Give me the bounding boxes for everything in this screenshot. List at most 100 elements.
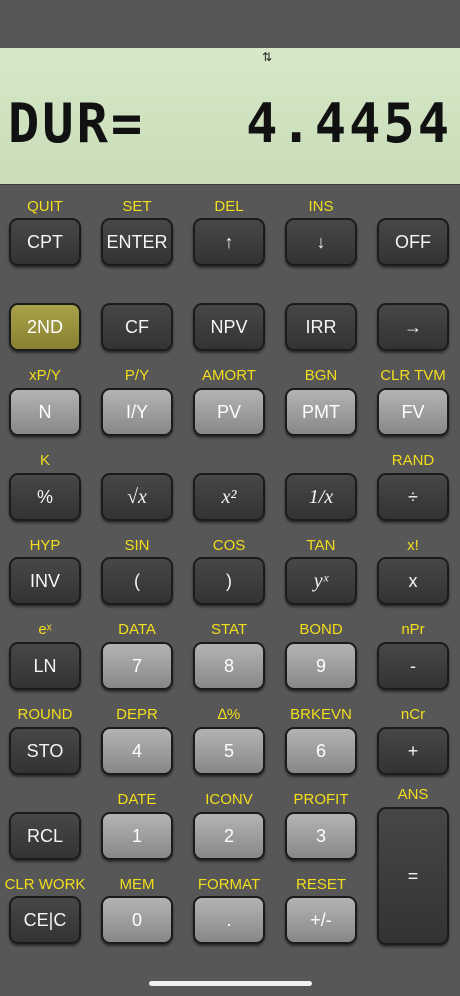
multiply-key[interactable]: x — [377, 557, 449, 605]
digit-4-key[interactable]: 4 — [101, 727, 173, 775]
key-label: 5 — [223, 740, 234, 761]
off-key[interactable]: OFF — [377, 218, 449, 266]
reciprocal-key[interactable]: 1/x — [285, 473, 357, 521]
sqrt-key[interactable]: √x — [101, 473, 173, 521]
digit-2-key[interactable]: 2 — [193, 812, 265, 860]
square-key[interactable]: x² — [193, 473, 265, 521]
key-label: + — [407, 740, 419, 761]
key-label: NPV — [210, 316, 248, 337]
secondary-label: nCr — [400, 706, 426, 723]
digit-5-key[interactable]: 5 — [193, 727, 265, 775]
digit-7-key[interactable]: 7 — [101, 642, 173, 690]
secondary-label: DATA — [118, 621, 156, 638]
key-label: CF — [125, 316, 149, 337]
secondary-label: RAND — [391, 452, 435, 469]
key-label: I/Y — [125, 401, 148, 422]
percent-key[interactable]: % — [9, 473, 81, 521]
secondary-label: CLR WORK — [4, 876, 86, 893]
second-key[interactable]: 2ND — [9, 303, 81, 351]
ce-c-key[interactable]: CE|C — [9, 896, 81, 944]
key-label: FV — [401, 401, 425, 422]
enter-key[interactable]: ENTER — [101, 218, 173, 266]
pv-key[interactable]: PV — [193, 388, 265, 436]
secondary-label: xP/Y — [29, 367, 61, 384]
plus-key[interactable]: + — [377, 727, 449, 775]
key-label: yˣ — [313, 569, 329, 592]
key-label: 2ND — [26, 316, 63, 337]
rcl-key[interactable]: RCL — [9, 812, 81, 860]
power-key[interactable]: yˣ — [285, 557, 357, 605]
secondary-label: TAN — [306, 537, 336, 554]
cpt-key[interactable]: CPT — [9, 218, 81, 266]
key-label: LN — [33, 655, 57, 676]
minus-key[interactable]: - — [377, 642, 449, 690]
secondary-label: eˣ — [38, 621, 52, 638]
secondary-label: BRKEVN — [290, 706, 352, 723]
secondary-label: PROFIT — [293, 791, 349, 808]
secondary-label: SET — [122, 198, 152, 215]
secondary-label: P/Y — [124, 367, 150, 384]
open-paren-key[interactable]: ( — [101, 557, 173, 605]
digit-6-key[interactable]: 6 — [285, 727, 357, 775]
key-label: 2 — [223, 825, 234, 846]
iy-key[interactable]: I/Y — [101, 388, 173, 436]
secondary-label: SIN — [124, 537, 150, 554]
secondary-label: x! — [407, 537, 419, 554]
sign-key[interactable]: +/- — [285, 896, 357, 944]
secondary-label: ANS — [397, 786, 429, 803]
key-label: x² — [221, 485, 237, 508]
key-label: STO — [26, 740, 64, 761]
close-paren-key[interactable]: ) — [193, 557, 265, 605]
key-label: 1/x — [308, 485, 334, 508]
key-label: % — [36, 486, 53, 507]
pmt-key[interactable]: PMT — [285, 388, 357, 436]
digit-0-key[interactable]: 0 — [101, 896, 173, 944]
secondary-label: QUIT — [27, 198, 63, 215]
lcd-display: ⇅ DUR= 4.4454 — [0, 48, 460, 185]
secondary-label: ICONV — [205, 791, 253, 808]
equals-key[interactable]: = — [377, 807, 449, 945]
key-label: ( — [134, 570, 140, 591]
key-label: ÷ — [408, 486, 418, 507]
key-label: CE|C — [23, 909, 67, 930]
key-label: ↓ — [316, 231, 326, 252]
decimal-key[interactable]: . — [193, 896, 265, 944]
key-label: = — [407, 865, 419, 886]
inv-key[interactable]: INV — [9, 557, 81, 605]
right-arrow-key[interactable]: → — [377, 303, 449, 351]
irr-key[interactable]: IRR — [285, 303, 357, 351]
secondary-label: CLR TVM — [380, 367, 446, 384]
key-label: INV — [29, 570, 60, 591]
digit-9-key[interactable]: 9 — [285, 642, 357, 690]
key-label: 3 — [315, 825, 326, 846]
up-arrow-key[interactable]: ↑ — [193, 218, 265, 266]
cf-key[interactable]: CF — [101, 303, 173, 351]
digit-3-key[interactable]: 3 — [285, 812, 357, 860]
key-label: 0 — [131, 909, 142, 930]
home-indicator[interactable] — [149, 981, 312, 986]
secondary-label: ROUND — [17, 706, 73, 723]
key-label: 1 — [131, 825, 142, 846]
secondary-label: DATE — [117, 791, 157, 808]
key-label: 7 — [131, 655, 142, 676]
key-label: RCL — [26, 825, 63, 846]
fv-key[interactable]: FV — [377, 388, 449, 436]
key-label: 8 — [223, 655, 234, 676]
ln-key[interactable]: LN — [9, 642, 81, 690]
secondary-label: BGN — [304, 367, 338, 384]
sto-key[interactable]: STO — [9, 727, 81, 775]
secondary-label: DEPR — [116, 706, 158, 723]
npv-key[interactable]: NPV — [193, 303, 265, 351]
divide-key[interactable]: ÷ — [377, 473, 449, 521]
key-label: x — [408, 570, 418, 591]
secondary-label: STAT — [210, 621, 248, 638]
key-label: 6 — [315, 740, 326, 761]
down-arrow-key[interactable]: ↓ — [285, 218, 357, 266]
digit-8-key[interactable]: 8 — [193, 642, 265, 690]
n-key[interactable]: N — [9, 388, 81, 436]
key-label: +/- — [310, 909, 332, 930]
secondary-label: AMORT — [202, 367, 256, 384]
digit-1-key[interactable]: 1 — [101, 812, 173, 860]
key-label: 9 — [315, 655, 326, 676]
key-label: ) — [226, 570, 232, 591]
